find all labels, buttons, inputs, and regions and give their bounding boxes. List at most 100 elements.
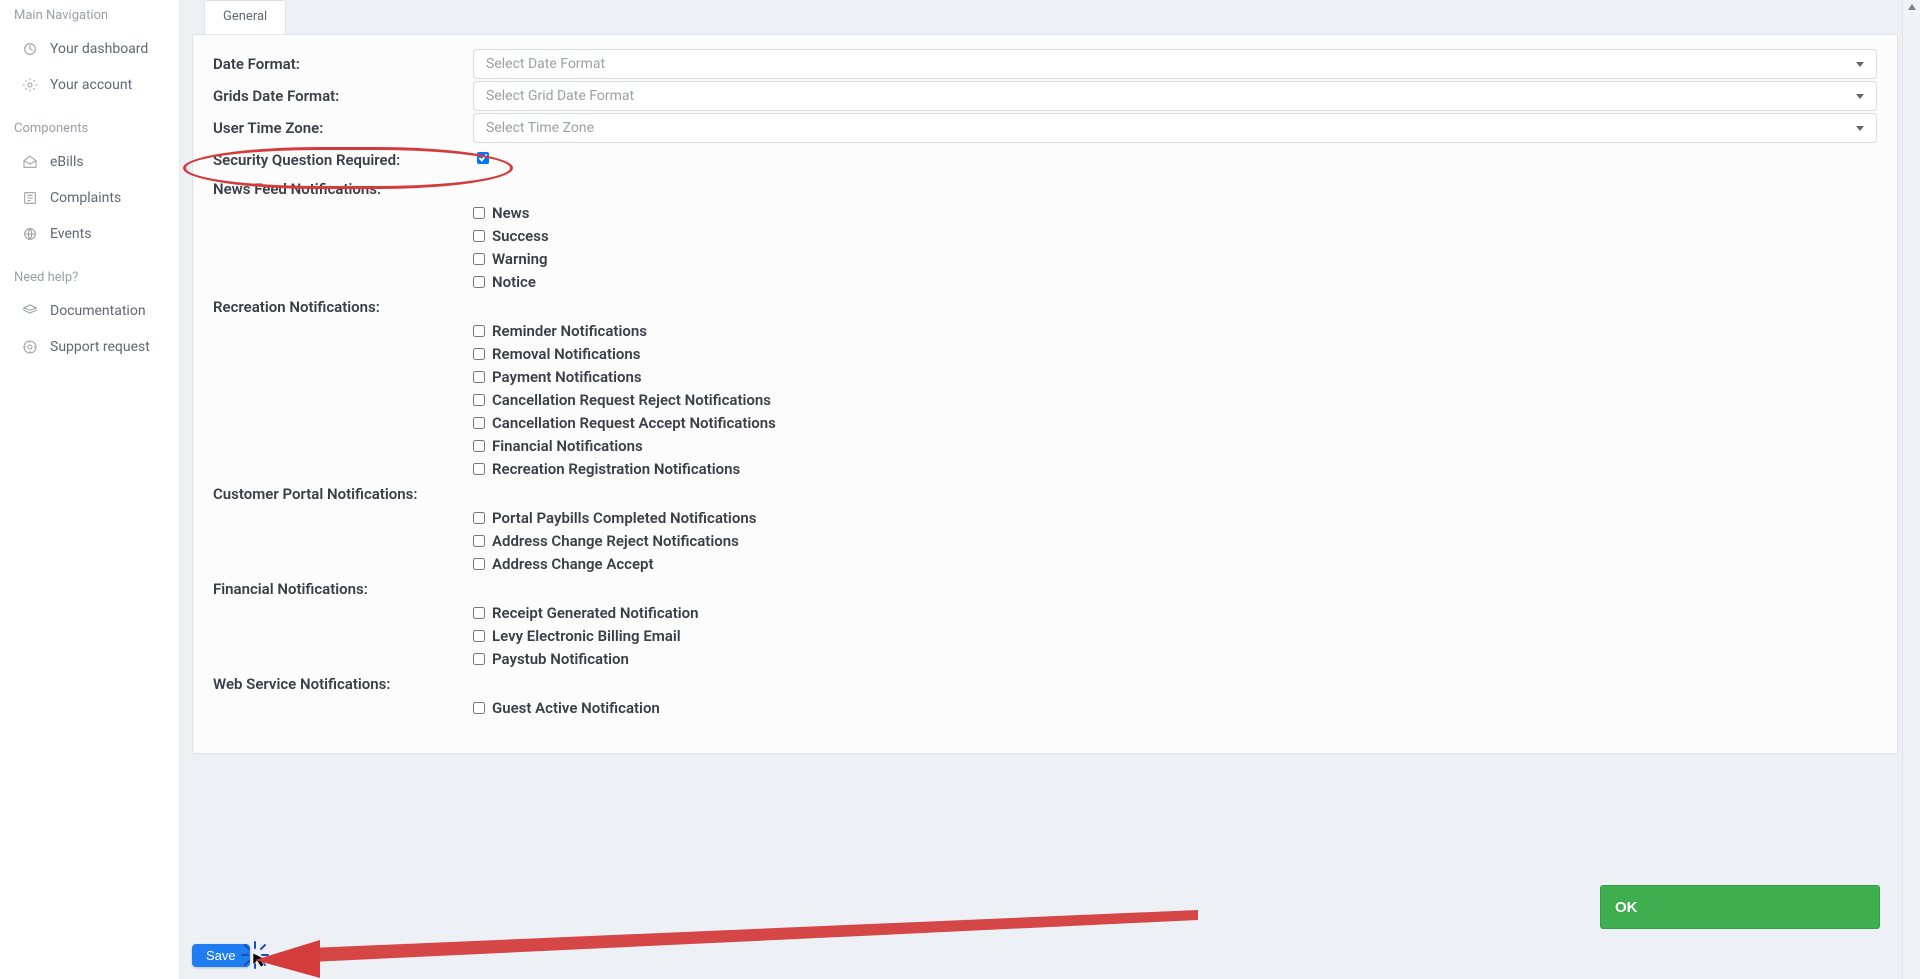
sidebar-item-label: Complaints — [50, 190, 121, 206]
scroll-up-icon — [1908, 4, 1916, 10]
check-levy: Levy Electronic Billing Email — [473, 624, 1877, 647]
sidebar-item-support[interactable]: Support request — [0, 329, 179, 365]
row-user-time-zone: User Time Zone: Select Time Zone — [213, 113, 1877, 143]
check-label: Removal Notifications — [492, 345, 640, 363]
sidebar-item-dashboard[interactable]: Your dashboard — [0, 31, 179, 67]
check-cancel-accept: Cancellation Request Accept Notification… — [473, 411, 1877, 434]
checkbox-notice[interactable] — [473, 276, 485, 288]
checkbox-warning[interactable] — [473, 253, 485, 265]
select-grids-date-format[interactable]: Select Grid Date Format — [473, 81, 1877, 111]
checkbox-payment[interactable] — [473, 371, 485, 383]
check-recreation-reg: Recreation Registration Notifications — [473, 457, 1877, 480]
check-label: Portal Paybills Completed Notifications — [492, 509, 756, 527]
checkbox-levy[interactable] — [473, 630, 485, 642]
checkbox-guest-active[interactable] — [473, 702, 485, 714]
group-recreation: Recreation Notifications: — [213, 293, 1877, 319]
sidebar-item-label: eBills — [50, 154, 84, 170]
checklist-customer-portal: Portal Paybills Completed Notifications … — [473, 506, 1877, 575]
select-user-time-zone[interactable]: Select Time Zone — [473, 113, 1877, 143]
check-removal: Removal Notifications — [473, 342, 1877, 365]
sidebar-item-label: Your account — [50, 77, 132, 93]
check-address-reject: Address Change Reject Notifications — [473, 529, 1877, 552]
group-customer-portal: Customer Portal Notifications: — [213, 480, 1877, 506]
checkbox-recreation-reg[interactable] — [473, 463, 485, 475]
check-label: Levy Electronic Billing Email — [492, 627, 681, 645]
chevron-down-icon — [1856, 126, 1864, 131]
check-warning: Warning — [473, 247, 1877, 270]
checkbox-receipt[interactable] — [473, 607, 485, 619]
main-content: General Date Format: Select Date Format … — [180, 0, 1920, 979]
check-label: Cancellation Request Accept Notification… — [492, 414, 776, 432]
checkbox-cancel-reject[interactable] — [473, 394, 485, 406]
label-security-question: Security Question Required: — [213, 151, 473, 169]
complaints-icon — [22, 190, 38, 206]
checklist-financial: Receipt Generated Notification Levy Elec… — [473, 601, 1877, 670]
select-placeholder: Select Date Format — [486, 56, 605, 72]
label-grids-date-format: Grids Date Format: — [213, 87, 473, 105]
check-label: Payment Notifications — [492, 368, 642, 386]
chevron-down-icon — [1856, 62, 1864, 67]
checkbox-cancel-accept[interactable] — [473, 417, 485, 429]
sidebar-item-documentation[interactable]: Documentation — [0, 293, 179, 329]
ok-button[interactable]: OK — [1600, 885, 1880, 929]
check-cancel-reject: Cancellation Request Reject Notification… — [473, 388, 1877, 411]
tabs: General — [192, 0, 1898, 34]
support-icon — [22, 339, 38, 355]
check-address-accept: Address Change Accept — [473, 552, 1877, 575]
sidebar-section-help: Need help? — [0, 264, 179, 293]
check-portal-paybills: Portal Paybills Completed Notifications — [473, 506, 1877, 529]
label-date-format: Date Format: — [213, 55, 473, 73]
scrollbar[interactable] — [1902, 0, 1920, 979]
checkbox-security-question[interactable] — [477, 152, 489, 164]
checklist-news-feed: News Success Warning Notice — [473, 201, 1877, 293]
check-label: Address Change Accept — [492, 555, 654, 573]
sidebar-item-label: Events — [50, 226, 91, 242]
group-web-service: Web Service Notifications: — [213, 670, 1877, 696]
select-placeholder: Select Time Zone — [486, 120, 594, 136]
select-date-format[interactable]: Select Date Format — [473, 49, 1877, 79]
check-financial-not: Financial Notifications — [473, 434, 1877, 457]
checkbox-paystub[interactable] — [473, 653, 485, 665]
check-label: Success — [492, 227, 549, 245]
sidebar-item-events[interactable]: Events — [0, 216, 179, 252]
check-paystub: Paystub Notification — [473, 647, 1877, 670]
gear-icon — [22, 77, 38, 93]
sidebar-item-account[interactable]: Your account — [0, 67, 179, 103]
ebills-icon — [22, 154, 38, 170]
check-label: Cancellation Request Reject Notification… — [492, 391, 771, 409]
sidebar-item-label: Your dashboard — [50, 41, 148, 57]
row-date-format: Date Format: Select Date Format — [213, 49, 1877, 79]
checkbox-removal[interactable] — [473, 348, 485, 360]
checkbox-reminder[interactable] — [473, 325, 485, 337]
check-label: Paystub Notification — [492, 650, 629, 668]
sidebar: Main Navigation Your dashboard Your acco… — [0, 0, 180, 979]
check-payment: Payment Notifications — [473, 365, 1877, 388]
checkbox-financial-not[interactable] — [473, 440, 485, 452]
check-label: Receipt Generated Notification — [492, 604, 699, 622]
tab-general[interactable]: General — [204, 0, 286, 34]
sidebar-section-components: Components — [0, 115, 179, 144]
sidebar-item-label: Documentation — [50, 303, 146, 319]
select-placeholder: Select Grid Date Format — [486, 88, 634, 104]
events-icon — [22, 226, 38, 242]
sidebar-item-label: Support request — [50, 339, 150, 355]
checklist-web-service: Guest Active Notification — [473, 696, 1877, 719]
check-receipt: Receipt Generated Notification — [473, 601, 1877, 624]
checkbox-address-reject[interactable] — [473, 535, 485, 547]
checkbox-news[interactable] — [473, 207, 485, 219]
label-user-time-zone: User Time Zone: — [213, 119, 473, 137]
sidebar-item-ebills[interactable]: eBills — [0, 144, 179, 180]
check-label: News — [492, 204, 529, 222]
group-news-feed: News Feed Notifications: — [213, 175, 1877, 201]
check-label: Reminder Notifications — [492, 322, 647, 340]
checkbox-portal-paybills[interactable] — [473, 512, 485, 524]
checkbox-address-accept[interactable] — [473, 558, 485, 570]
checkbox-success[interactable] — [473, 230, 485, 242]
sidebar-section-main: Main Navigation — [0, 2, 179, 31]
sidebar-item-complaints[interactable]: Complaints — [0, 180, 179, 216]
check-news: News — [473, 201, 1877, 224]
check-success: Success — [473, 224, 1877, 247]
save-button[interactable]: Save — [192, 944, 250, 967]
dashboard-icon — [22, 41, 38, 57]
check-reminder: Reminder Notifications — [473, 319, 1877, 342]
